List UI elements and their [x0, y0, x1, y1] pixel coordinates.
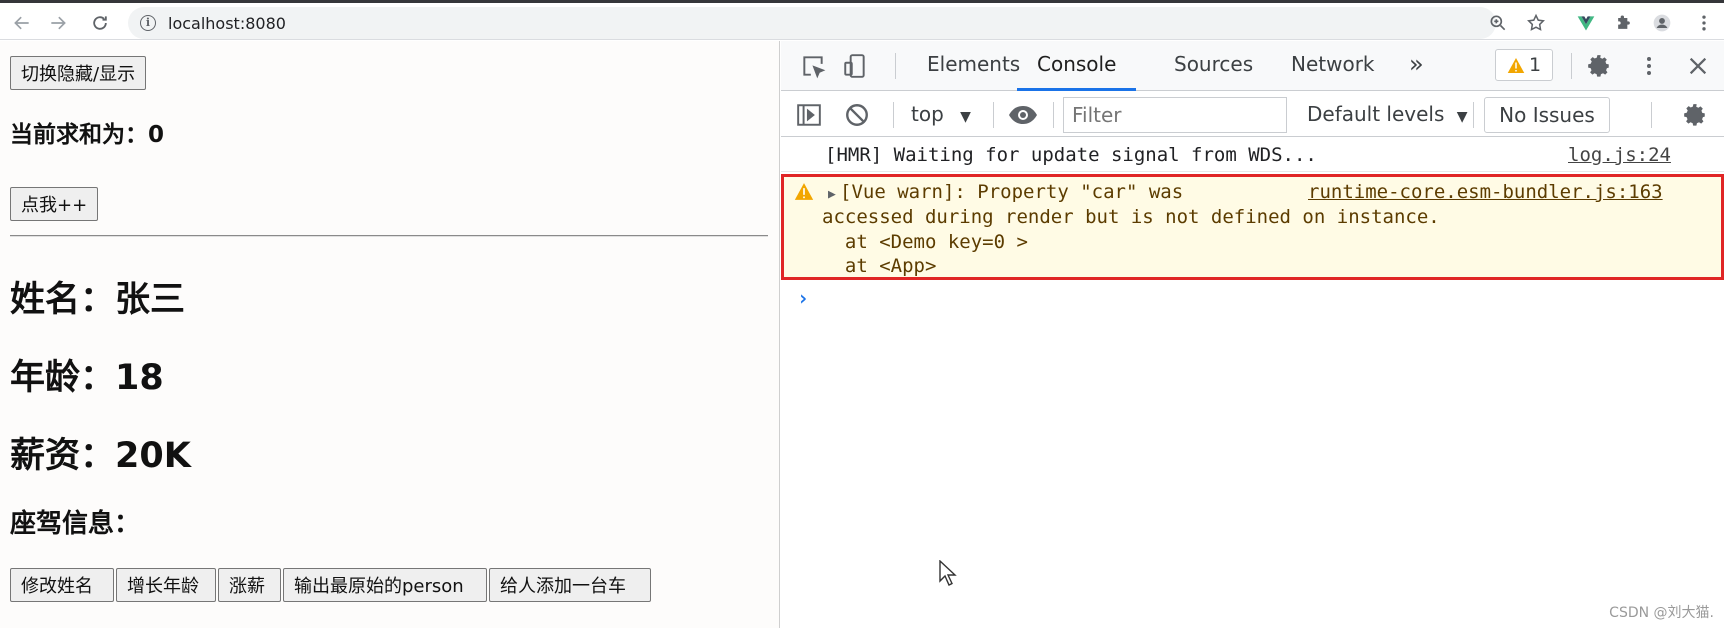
- sum-text: 当前求和为：0: [10, 122, 165, 148]
- warning-line-3: at <Demo key=0 >: [822, 231, 1028, 253]
- warning-icon: [794, 183, 814, 200]
- inspect-element-icon[interactable]: [797, 51, 829, 81]
- console-settings-gear-icon[interactable]: [1679, 100, 1711, 130]
- settings-gear-icon[interactable]: [1581, 51, 1617, 81]
- browser-menu-icon[interactable]: [1690, 9, 1718, 37]
- log-levels-value: Default levels: [1307, 102, 1445, 126]
- devtools-tab-bar: Elements Console Sources Network » 1: [781, 41, 1724, 91]
- reload-icon[interactable]: [86, 9, 114, 37]
- watermark: CSDN @刘大猫.: [1609, 605, 1714, 621]
- dropdown-arrow-icon: ▼: [1456, 109, 1468, 125]
- forward-arrow-icon[interactable]: [44, 9, 72, 37]
- console-prompt-icon[interactable]: ›: [797, 286, 809, 310]
- toolbar-separator: [993, 102, 994, 128]
- tab-console[interactable]: Console: [1017, 41, 1137, 91]
- expand-triangle-icon[interactable]: ▶: [828, 187, 836, 202]
- warning-source-link[interactable]: runtime-core.esm-bundler.js:163: [1308, 181, 1663, 203]
- console-output: [HMR] Waiting for update signal from WDS…: [781, 138, 1724, 628]
- bookmark-star-icon[interactable]: [1522, 9, 1550, 37]
- dropdown-arrow-icon: ▼: [960, 109, 971, 125]
- add-car-button[interactable]: 给人添加一台车: [489, 568, 651, 602]
- profile-avatar-icon[interactable]: [1648, 9, 1676, 37]
- address-bar[interactable]: i localhost:8080: [128, 7, 1496, 39]
- mouse-cursor-icon: [939, 559, 957, 590]
- tab-separator: [1571, 53, 1572, 79]
- warning-line-2: accessed during render but is not define…: [822, 206, 1440, 228]
- extensions-puzzle-icon[interactable]: [1610, 9, 1638, 37]
- devtools-panel: Elements Console Sources Network » 1 top…: [781, 41, 1724, 628]
- warnings-count: 1: [1528, 54, 1542, 76]
- increment-button[interactable]: 点我++: [10, 187, 99, 221]
- toolbar-separator: [1053, 102, 1054, 128]
- warning-line-4: at <App>: [822, 255, 937, 277]
- url-text: localhost:8080: [168, 13, 286, 33]
- console-toolbar: top ▼ Default levels ▼ No Issues: [781, 92, 1724, 137]
- clear-console-icon[interactable]: [841, 100, 873, 130]
- device-toolbar-icon[interactable]: [839, 51, 871, 81]
- back-arrow-icon[interactable]: [8, 9, 36, 37]
- tab-sources[interactable]: Sources: [1174, 41, 1253, 91]
- console-filter-input[interactable]: [1063, 97, 1287, 133]
- car-info-heading: 座驾信息：: [10, 509, 141, 539]
- log-message: [HMR] Waiting for update signal from WDS…: [825, 144, 1317, 166]
- browser-toolbar: i localhost:8080: [0, 0, 1724, 40]
- salary-heading: 薪资：20K: [10, 436, 191, 476]
- toolbar-separator: [1651, 102, 1652, 128]
- vue-warning-entry: ▶ [Vue warn]: Property "car" was runtime…: [781, 174, 1724, 280]
- tab-separator: [895, 53, 896, 79]
- warning-line-1: [Vue warn]: Property "car" was: [840, 181, 1184, 203]
- context-value: top: [911, 102, 944, 126]
- age-heading: 年龄：18: [10, 358, 164, 398]
- log-raw-person-button[interactable]: 输出最原始的person: [283, 568, 487, 602]
- live-expression-eye-icon[interactable]: [1003, 100, 1043, 130]
- context-selector[interactable]: top ▼: [911, 92, 971, 137]
- more-tabs-chevron-icon[interactable]: »: [1409, 41, 1424, 91]
- tab-network[interactable]: Network: [1291, 41, 1375, 91]
- change-name-button[interactable]: 修改姓名: [10, 568, 114, 602]
- log-levels-dropdown[interactable]: Default levels ▼: [1307, 92, 1468, 137]
- devtools-menu-icon[interactable]: [1637, 51, 1661, 81]
- toggle-visibility-button[interactable]: 切换隐藏/显示: [10, 56, 147, 90]
- site-info-icon[interactable]: i: [140, 15, 156, 31]
- name-heading: 姓名：张三: [10, 280, 186, 320]
- raise-salary-button[interactable]: 涨薪: [218, 568, 281, 602]
- zoom-icon[interactable]: [1484, 9, 1512, 37]
- increase-age-button[interactable]: 增长年龄: [116, 568, 216, 602]
- log-source-link[interactable]: log.js:24: [1568, 144, 1671, 166]
- page-content: 切换隐藏/显示 当前求和为：0 点我++ 姓名：张三 年龄：18 薪资：20K …: [0, 41, 780, 628]
- warning-icon: [1507, 57, 1525, 73]
- toolbar-separator: [893, 102, 894, 128]
- warnings-badge[interactable]: 1: [1495, 49, 1553, 81]
- close-devtools-icon[interactable]: [1683, 51, 1713, 81]
- divider: [10, 235, 768, 237]
- sidebar-toggle-icon[interactable]: [793, 100, 825, 130]
- toolbar-separator: [1473, 102, 1474, 128]
- log-entry-hmr: [HMR] Waiting for update signal from WDS…: [781, 138, 1724, 172]
- tab-elements[interactable]: Elements: [927, 41, 1020, 91]
- issues-button[interactable]: No Issues: [1484, 97, 1610, 133]
- vue-devtools-extension-icon[interactable]: [1572, 9, 1600, 37]
